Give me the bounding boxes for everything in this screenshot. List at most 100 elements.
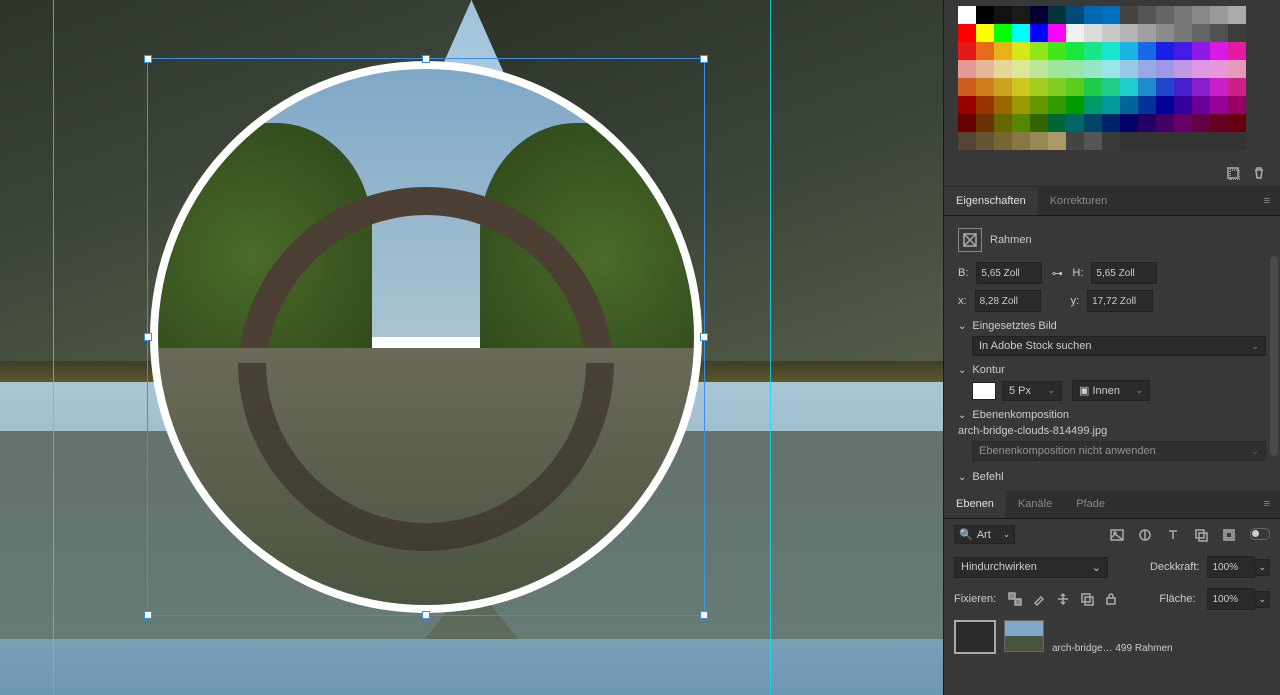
swatch[interactable] — [1120, 114, 1138, 132]
swatch[interactable] — [994, 132, 1012, 150]
swatch[interactable] — [1138, 78, 1156, 96]
swatch[interactable] — [1210, 42, 1228, 60]
swatch[interactable] — [1228, 132, 1246, 150]
swatch[interactable] — [976, 132, 994, 150]
stroke-color-swatch[interactable] — [972, 382, 996, 400]
swatch[interactable] — [1102, 132, 1120, 150]
swatch[interactable] — [1174, 114, 1192, 132]
swatch[interactable] — [1066, 78, 1084, 96]
swatch[interactable] — [1228, 6, 1246, 24]
swatch[interactable] — [1228, 96, 1246, 114]
swatch[interactable] — [1120, 132, 1138, 150]
swatch[interactable] — [1120, 6, 1138, 24]
swatch[interactable] — [958, 6, 976, 24]
swatch[interactable] — [1084, 6, 1102, 24]
swatch[interactable] — [1156, 132, 1174, 150]
swatch[interactable] — [1138, 24, 1156, 42]
swatch[interactable] — [1174, 78, 1192, 96]
swatch[interactable] — [1012, 60, 1030, 78]
panel-menu-icon[interactable]: ≡ — [1254, 498, 1280, 510]
filter-adjust-icon[interactable] — [1138, 528, 1152, 542]
handle-s[interactable] — [422, 611, 430, 619]
swatch[interactable] — [1210, 24, 1228, 42]
swatch[interactable] — [958, 42, 976, 60]
scrollbar[interactable] — [1270, 256, 1278, 456]
canvas[interactable] — [0, 0, 943, 695]
swatch[interactable] — [994, 78, 1012, 96]
swatch[interactable] — [1210, 78, 1228, 96]
swatch[interactable] — [1084, 42, 1102, 60]
fill-input[interactable] — [1207, 588, 1255, 610]
swatch[interactable] — [1048, 42, 1066, 60]
swatch[interactable] — [1228, 24, 1246, 42]
handle-ne[interactable] — [700, 55, 708, 63]
swatch[interactable] — [1210, 6, 1228, 24]
swatch[interactable] — [994, 60, 1012, 78]
swatch[interactable] — [976, 114, 994, 132]
swatch[interactable] — [1012, 42, 1030, 60]
swatch[interactable] — [1120, 42, 1138, 60]
stroke-align-dropdown[interactable]: ▣ Innen⌄ — [1072, 380, 1150, 401]
swatch[interactable] — [1174, 96, 1192, 114]
swatch[interactable] — [976, 6, 994, 24]
swatch[interactable] — [1048, 6, 1066, 24]
fill-chevron[interactable]: ⌄ — [1255, 591, 1270, 608]
kind-filter-dropdown[interactable]: 🔍Art⌄ — [954, 525, 1015, 544]
swatch[interactable] — [958, 132, 976, 150]
swatch[interactable] — [1066, 96, 1084, 114]
filter-toggle[interactable] — [1250, 528, 1270, 540]
swatch[interactable] — [1102, 78, 1120, 96]
swatch[interactable] — [994, 24, 1012, 42]
lock-paint-icon[interactable] — [1032, 592, 1046, 606]
section-linked-image[interactable]: Eingesetztes Bild — [958, 320, 1266, 332]
swatch[interactable] — [1228, 42, 1246, 60]
swatch[interactable] — [958, 78, 976, 96]
swatch[interactable] — [1174, 60, 1192, 78]
swatch[interactable] — [1012, 78, 1030, 96]
swatch[interactable] — [1138, 6, 1156, 24]
selection-box[interactable] — [147, 58, 705, 616]
swatch[interactable] — [1030, 78, 1048, 96]
lock-transparent-icon[interactable] — [1008, 592, 1022, 606]
swatch[interactable] — [1030, 96, 1048, 114]
swatch[interactable] — [1102, 24, 1120, 42]
y-input[interactable] — [1087, 290, 1153, 312]
swatch[interactable] — [1084, 132, 1102, 150]
swatch[interactable] — [1192, 24, 1210, 42]
guide-vertical[interactable] — [770, 0, 771, 695]
swatch[interactable] — [1156, 6, 1174, 24]
guide-vertical[interactable] — [53, 0, 54, 695]
swatch[interactable] — [1102, 96, 1120, 114]
swatch[interactable] — [1192, 60, 1210, 78]
swatch[interactable] — [1048, 96, 1066, 114]
swatch[interactable] — [994, 42, 1012, 60]
swatch[interactable] — [1228, 114, 1246, 132]
swatch[interactable] — [1192, 96, 1210, 114]
swatch[interactable] — [994, 96, 1012, 114]
swatch[interactable] — [1120, 96, 1138, 114]
stroke-size-dropdown[interactable]: 5 Px⌄ — [1002, 381, 1062, 401]
handle-w[interactable] — [144, 333, 152, 341]
swatch[interactable] — [1066, 60, 1084, 78]
layer-thumb-frame[interactable] — [954, 620, 996, 654]
swatch[interactable] — [1084, 78, 1102, 96]
handle-n[interactable] — [422, 55, 430, 63]
link-wh-icon[interactable]: ⊶ — [1048, 267, 1066, 280]
swatch[interactable] — [1192, 6, 1210, 24]
swatch[interactable] — [994, 114, 1012, 132]
swatch[interactable] — [1156, 24, 1174, 42]
swatch[interactable] — [1102, 42, 1120, 60]
swatch[interactable] — [1012, 24, 1030, 42]
swatch[interactable] — [1066, 132, 1084, 150]
tab-paths[interactable]: Pfade — [1064, 490, 1117, 518]
opacity-input[interactable] — [1207, 556, 1255, 578]
lock-all-icon[interactable] — [1104, 592, 1118, 606]
swatch[interactable] — [1120, 24, 1138, 42]
layer-name[interactable]: arch-bridge… 499 Rahmen — [1052, 643, 1173, 654]
swatch[interactable] — [1156, 114, 1174, 132]
filter-smart-icon[interactable] — [1222, 528, 1236, 542]
tab-channels[interactable]: Kanäle — [1006, 490, 1064, 518]
swatch[interactable] — [1066, 24, 1084, 42]
width-input[interactable] — [976, 262, 1042, 284]
swatch[interactable] — [976, 60, 994, 78]
